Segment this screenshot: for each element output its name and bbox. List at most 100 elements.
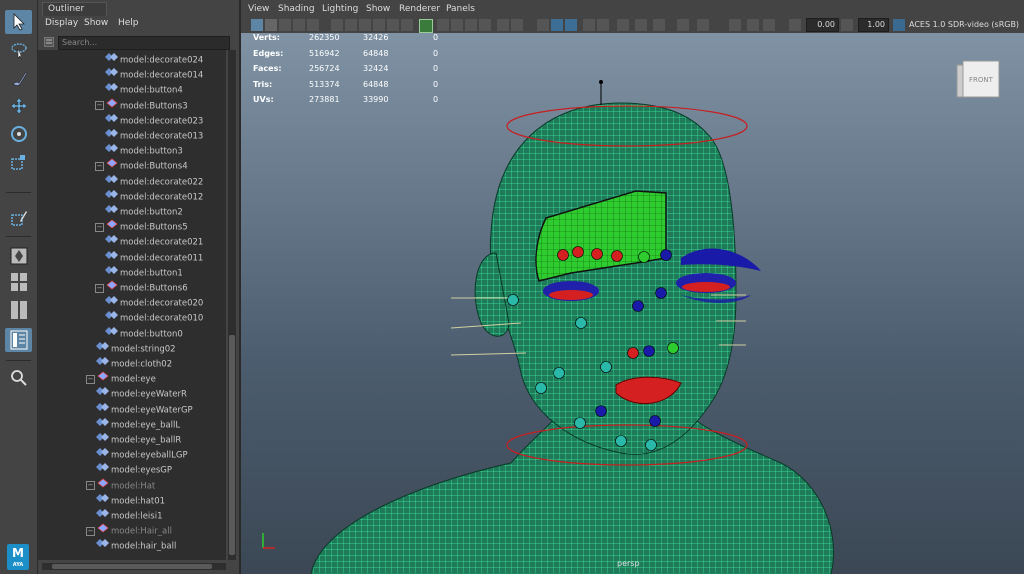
xray-active-icon[interactable] [565, 19, 577, 31]
facial-control-sphere[interactable] [507, 294, 519, 306]
facial-control-sphere[interactable] [575, 317, 587, 329]
facial-control-sphere[interactable] [615, 435, 627, 447]
facial-control-sphere[interactable] [627, 347, 639, 359]
outliner-group-row[interactable]: − model:Buttons4 [95, 158, 188, 173]
outliner-mesh-row[interactable]: model:eyeWaterR [95, 386, 187, 401]
outliner-search-input[interactable]: Search... [58, 36, 230, 50]
collapse-toggle-icon[interactable]: − [95, 101, 104, 111]
menu-show[interactable]: Show [84, 16, 108, 30]
outliner-group-row[interactable]: − model:eye [86, 371, 156, 386]
facial-control-sphere[interactable] [591, 248, 603, 260]
shadows-icon[interactable] [497, 19, 509, 31]
select-camera-icon[interactable] [251, 19, 263, 31]
outliner-mesh-row[interactable]: model:button1 [104, 265, 183, 280]
image-plane-icon[interactable] [293, 19, 305, 31]
outliner-tab[interactable]: Outliner [42, 2, 107, 16]
outliner-mesh-row[interactable]: model:button2 [104, 204, 183, 219]
outliner-mesh-row[interactable]: model:decorate021 [104, 234, 203, 249]
outliner-mesh-row[interactable]: model:decorate010 [104, 310, 203, 325]
outliner-group-row[interactable]: − model:Buttons5 [95, 219, 188, 234]
facial-control-sphere[interactable] [649, 415, 661, 427]
hscroll-thumb[interactable] [52, 564, 212, 569]
outliner-mesh-row[interactable]: model:eye_ballR [95, 432, 181, 447]
outliner-group-row[interactable]: − model:Hair_all [86, 523, 172, 538]
filter-icon[interactable] [44, 37, 54, 47]
outliner-mesh-row[interactable]: model:leisi1 [95, 508, 162, 523]
exposure-icon[interactable] [697, 19, 709, 31]
collapse-toggle-icon[interactable]: − [95, 283, 104, 293]
outliner-group-row[interactable]: − model:Buttons6 [95, 280, 188, 295]
tear-off-icon[interactable] [677, 19, 689, 31]
color-management-icon[interactable] [893, 19, 905, 31]
pan-zoom-icon[interactable] [747, 19, 759, 31]
outliner-mesh-row[interactable]: model:hat01 [95, 493, 165, 508]
facial-control-sphere[interactable] [643, 345, 655, 357]
bookmark-icon[interactable] [279, 19, 291, 31]
default-material-icon[interactable] [451, 19, 463, 31]
layout-two-icon[interactable] [5, 298, 32, 322]
zoom-search-icon[interactable] [5, 366, 32, 390]
resolution-gate-icon[interactable] [345, 19, 357, 31]
outliner-mesh-row[interactable]: model:decorate022 [104, 174, 203, 189]
depth-of-field-icon[interactable] [635, 19, 647, 31]
safe-title-icon[interactable] [401, 19, 413, 31]
gamma-icon[interactable] [729, 19, 741, 31]
menu-shading[interactable]: Shading [278, 2, 315, 16]
outliner-mesh-row[interactable]: model:button0 [104, 326, 183, 341]
outliner-mesh-row[interactable]: model:cloth02 [95, 356, 172, 371]
facial-control-sphere[interactable] [553, 367, 565, 379]
field-chart-icon[interactable] [373, 19, 385, 31]
outliner-mesh-row[interactable]: model:eye_ballL [95, 417, 180, 432]
facial-control-sphere[interactable] [574, 417, 586, 429]
camera-attributes-icon[interactable] [265, 19, 277, 31]
lights-icon[interactable] [479, 19, 491, 31]
outliner-mesh-row[interactable]: model:eyeWaterGP [95, 402, 193, 417]
outliner-mesh-row[interactable]: model:decorate012 [104, 189, 203, 204]
facial-control-sphere[interactable] [667, 342, 679, 354]
menu-help[interactable]: Help [118, 16, 139, 30]
xray-icon[interactable] [537, 19, 549, 31]
outliner-mesh-row[interactable]: model:button3 [104, 143, 183, 158]
outliner-mesh-row[interactable]: model:decorate024 [104, 52, 203, 67]
xray-joints-icon[interactable] [551, 19, 563, 31]
gate-mask-icon[interactable] [359, 19, 371, 31]
facial-control-sphere[interactable] [632, 300, 644, 312]
menu-display[interactable]: Display [45, 16, 78, 30]
outliner-tree[interactable]: model:decorate024 model:decorate014 model:… [38, 50, 226, 560]
outliner-horizontal-scrollbar[interactable] [42, 563, 226, 570]
antialias-icon[interactable] [617, 19, 629, 31]
scene-canvas[interactable]: FRONT [241, 33, 1024, 574]
menu-panels[interactable]: Panels [446, 2, 475, 16]
move-tool-icon[interactable] [5, 94, 32, 118]
exposure-toggle-icon[interactable] [789, 19, 801, 31]
outliner-mesh-row[interactable]: model:decorate020 [104, 295, 203, 310]
grid-icon[interactable] [307, 19, 319, 31]
textured-icon[interactable] [465, 19, 477, 31]
outliner-vertical-scrollbar[interactable] [228, 50, 236, 560]
facial-control-sphere[interactable] [611, 250, 623, 262]
outliner-mesh-row[interactable]: model:decorate011 [104, 250, 203, 265]
facial-control-sphere[interactable] [655, 287, 667, 299]
facial-control-sphere[interactable] [535, 382, 547, 394]
menu-renderer[interactable]: Renderer [399, 2, 440, 16]
exposure-field[interactable]: 0.00 [806, 18, 839, 32]
paint-select-icon[interactable] [5, 66, 32, 90]
scroll-thumb[interactable] [229, 335, 235, 555]
outliner-group-row[interactable]: − model:Hat [86, 478, 155, 493]
outliner-mesh-row[interactable]: model:eyeballLGP [95, 447, 188, 462]
ambient-occlusion-icon[interactable] [511, 19, 523, 31]
wireframe-icon[interactable] [419, 19, 433, 33]
facial-control-sphere[interactable] [660, 249, 672, 261]
outliner-mesh-row[interactable]: model:eyesGP [95, 462, 172, 477]
menu-view[interactable]: View [248, 2, 269, 16]
facial-control-sphere[interactable] [572, 246, 584, 258]
outliner-mesh-row[interactable]: model:decorate023 [104, 113, 203, 128]
layout-four-icon[interactable] [5, 270, 32, 294]
smooth-shade-icon[interactable] [437, 19, 449, 31]
gamma-toggle-icon[interactable] [841, 19, 853, 31]
collapse-toggle-icon[interactable]: − [95, 222, 104, 232]
isolate-select-icon[interactable] [653, 19, 665, 31]
menu-show[interactable]: Show [366, 2, 390, 16]
collapse-toggle-icon[interactable]: − [86, 526, 95, 536]
facial-control-sphere[interactable] [600, 361, 612, 373]
